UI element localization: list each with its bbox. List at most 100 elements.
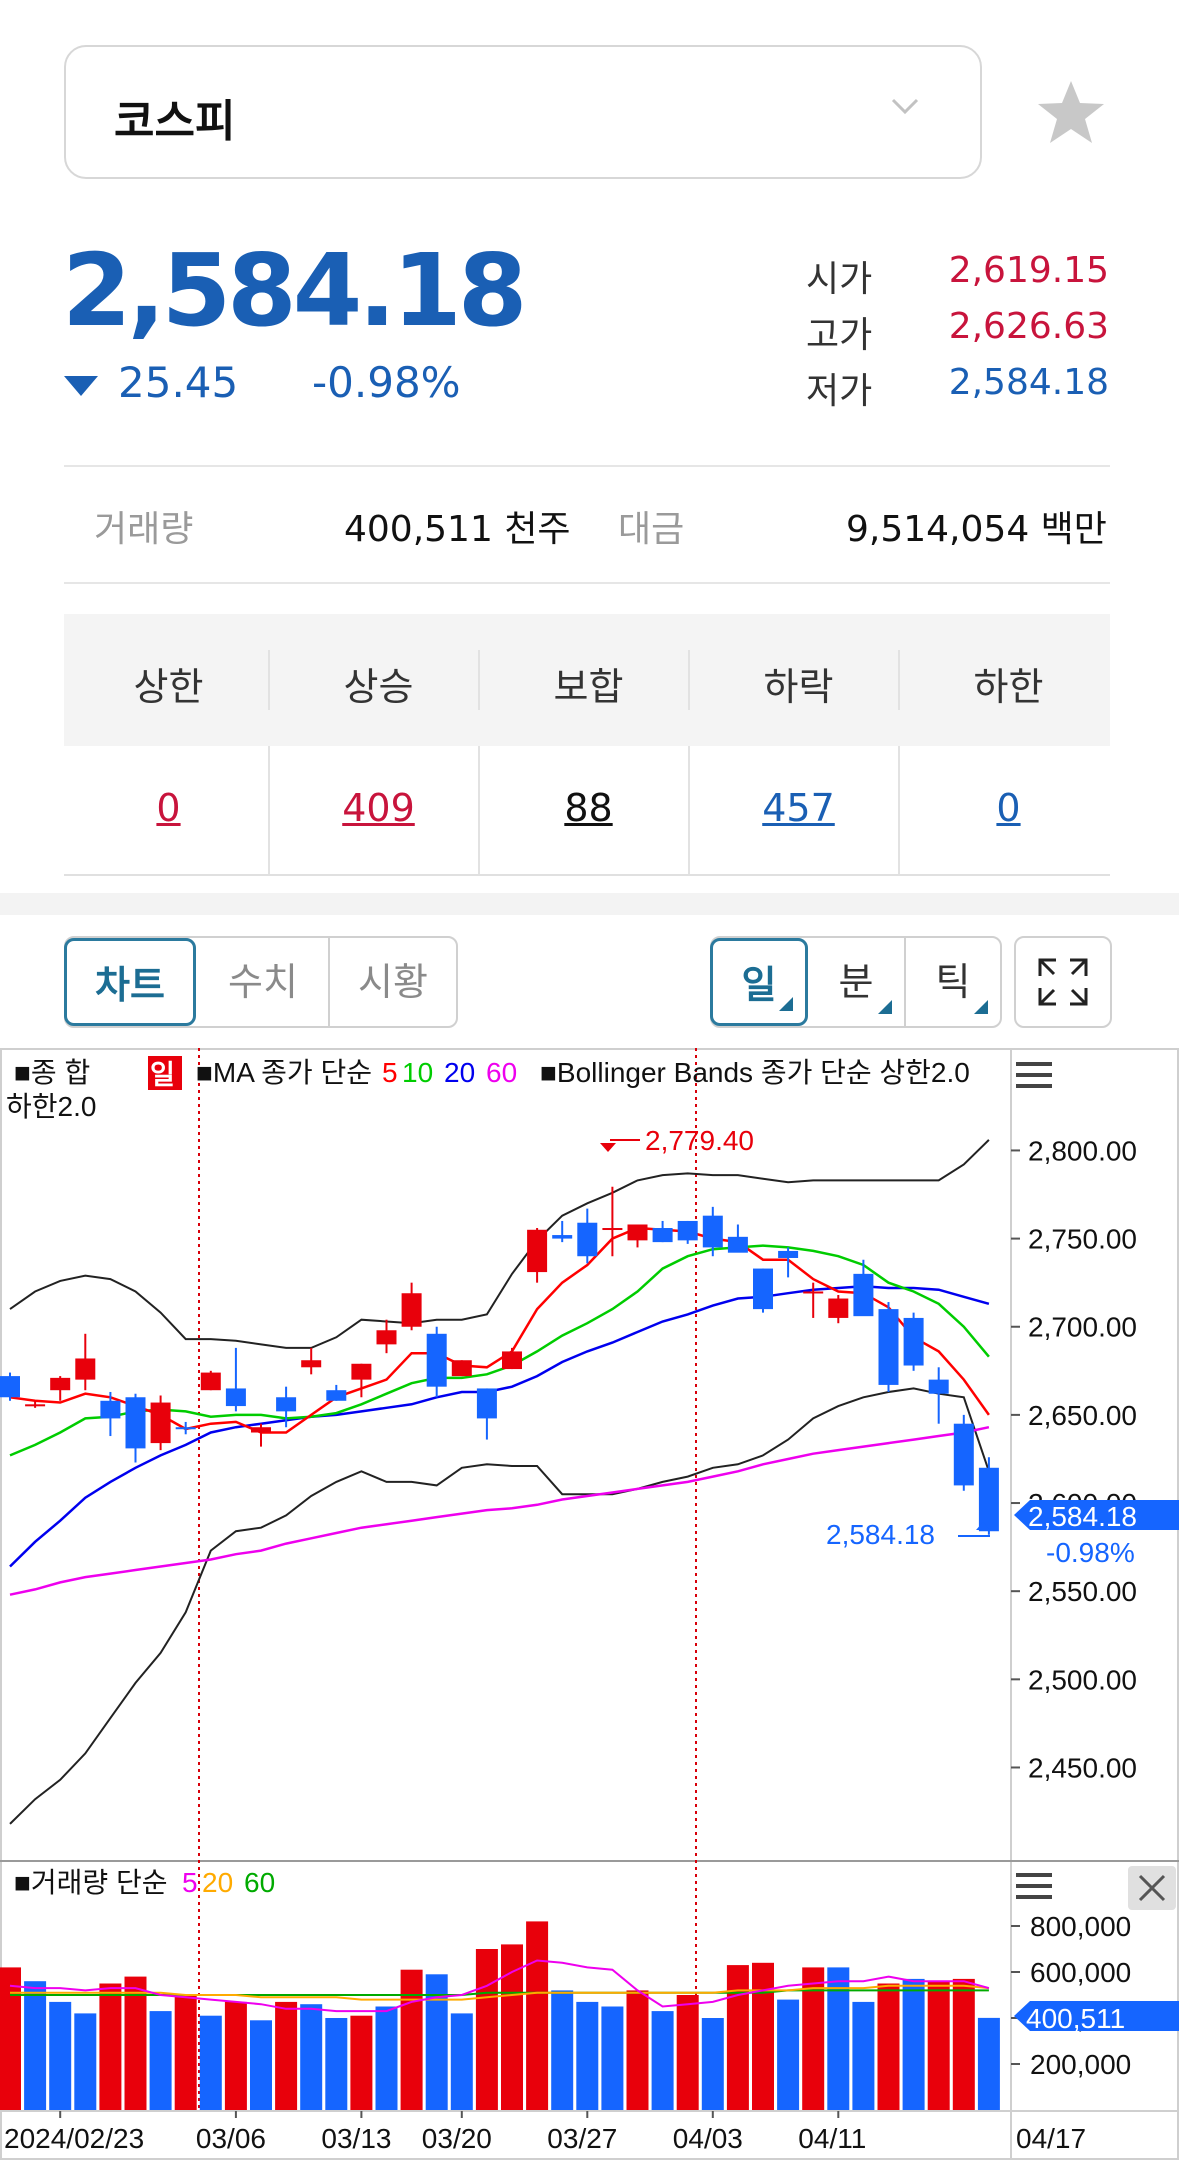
candle [426, 1333, 447, 1387]
tab-values[interactable]: 수치 [198, 938, 330, 1026]
tab-daily[interactable]: 일 [710, 938, 808, 1026]
hamburger-icon[interactable] [1016, 1873, 1052, 1899]
volume-y-tick-label: 600,000 [1030, 1957, 1131, 1988]
tab-tick[interactable]: 틱 [906, 938, 1000, 1026]
volume-bar [375, 2006, 398, 2110]
breadth-value-decline[interactable]: 457 [694, 786, 903, 830]
candle [50, 1377, 71, 1391]
volume-bar [777, 1999, 800, 2110]
volume-bar [601, 2006, 624, 2110]
tab-minute[interactable]: 분 [808, 938, 906, 1026]
volume-bar [576, 2001, 599, 2110]
candle [577, 1222, 598, 1257]
volume-bar [877, 1983, 900, 2110]
expand-button[interactable] [1014, 936, 1112, 1028]
candle [150, 1402, 171, 1444]
candle [225, 1388, 246, 1407]
candle [903, 1317, 924, 1366]
volume-bar [300, 2004, 323, 2110]
period-tabs: 일 분 틱 [710, 936, 1002, 1028]
ma-legend-60: 60 [486, 1057, 517, 1088]
volume-bar [726, 1965, 749, 2110]
expand-icon [1038, 958, 1088, 1006]
breadth-value-advance[interactable]: 409 [274, 786, 483, 830]
candle [853, 1273, 874, 1317]
candle [476, 1388, 497, 1419]
period-badge-label: 일 [150, 1060, 175, 1090]
x-tick-label: 03/13 [321, 2123, 391, 2154]
y-tick-label: 2,700.00 [1028, 1312, 1137, 1343]
tab-tick-label: 틱 [935, 960, 971, 1004]
tab-chart[interactable]: 차트 [64, 938, 196, 1026]
candle [753, 1268, 773, 1310]
last-change-label: -0.98% [1046, 1537, 1135, 1568]
volume-bar [0, 1967, 21, 2110]
price-change-percent: -0.98% [312, 358, 461, 407]
star-icon[interactable] [1036, 78, 1106, 148]
ma-legend-20: 20 [444, 1057, 475, 1088]
y-tick-label: 2,650.00 [1028, 1400, 1137, 1431]
volume-bar [475, 1949, 498, 2110]
hamburger-icon[interactable] [1016, 1062, 1052, 1088]
breadth-label-unchanged: 보합 [553, 665, 624, 709]
triangle-down-icon [64, 376, 98, 396]
volume-ma-legend-20: 20 [202, 1867, 233, 1898]
breadth-value-lower-limit[interactable]: 0 [904, 786, 1113, 830]
volume-bar [626, 1990, 649, 2110]
volume-bar [977, 2017, 1000, 2110]
volume-ma-legend-60: 60 [244, 1867, 275, 1898]
volume-bar [701, 2018, 724, 2110]
volume-bar [526, 1921, 549, 2110]
volume-y-tick-label: 800,000 [1030, 1911, 1131, 1942]
x-tick-label: 03/27 [547, 2123, 617, 2154]
price-chart[interactable]: 2,800.002,750.002,700.002,650.002,600.00… [0, 1048, 1179, 2160]
volume-bar [350, 2015, 373, 2110]
chart-legend-prefix: ■종 합 [14, 1057, 90, 1088]
candle [0, 1376, 20, 1398]
volume-bar [551, 1990, 574, 2110]
bb-legend-lower: 하한2.0 [6, 1091, 96, 1122]
breadth-label-decline: 하락 [763, 665, 834, 709]
index-selector[interactable]: 코스피 [64, 45, 982, 179]
amount-label: 대금 [618, 509, 685, 550]
candle [100, 1400, 121, 1419]
y-tick-label: 2,500.00 [1028, 1664, 1137, 1695]
candle [451, 1360, 472, 1377]
candle [25, 1404, 46, 1407]
x-tick-label: 03/20 [422, 2123, 492, 2154]
candle [602, 1228, 623, 1231]
volume-bar [902, 1978, 925, 2110]
low-value: 2,584.18 [948, 362, 1109, 403]
market-breadth-table: 상한 상승 보합 하락 하한 0 409 88 457 0 [64, 614, 1110, 876]
candle [251, 1427, 271, 1433]
low-marker-label: 2,584.18 [826, 1519, 935, 1550]
breadth-label-advance: 상승 [343, 665, 414, 709]
section-gap [0, 893, 1179, 915]
tab-market-news[interactable]: 시황 [330, 938, 456, 1026]
volume-bar [49, 2001, 72, 2110]
breadth-value-unchanged[interactable]: 88 [484, 786, 693, 830]
volume-bar [250, 2020, 272, 2110]
breadth-value-upper-limit[interactable]: 0 [64, 786, 273, 830]
last-volume-tag-label: 400,511 [1026, 2003, 1125, 2034]
volume-ma-legend-5: 5 [182, 1867, 198, 1898]
close-icon[interactable] [1128, 1866, 1176, 1910]
volume-bar [124, 1976, 147, 2110]
candle [778, 1250, 799, 1258]
price-change: 25.45 [118, 358, 239, 407]
tab-daily-label: 일 [741, 963, 777, 1007]
candle [878, 1309, 899, 1385]
volume-bar [852, 2001, 875, 2110]
candle [401, 1293, 422, 1327]
volume-bar [752, 1962, 774, 2110]
volume-bar [174, 1995, 197, 2110]
candle [326, 1390, 347, 1401]
volume-bar [99, 1983, 122, 2110]
ma-legend-5: 5 [382, 1057, 398, 1088]
candle [727, 1236, 748, 1253]
candle [276, 1397, 297, 1412]
volume-legend: ■거래량 단순 [14, 1867, 168, 1898]
chevron-down-icon [891, 98, 919, 115]
candle [376, 1330, 397, 1345]
volume-bar [952, 1978, 975, 2110]
